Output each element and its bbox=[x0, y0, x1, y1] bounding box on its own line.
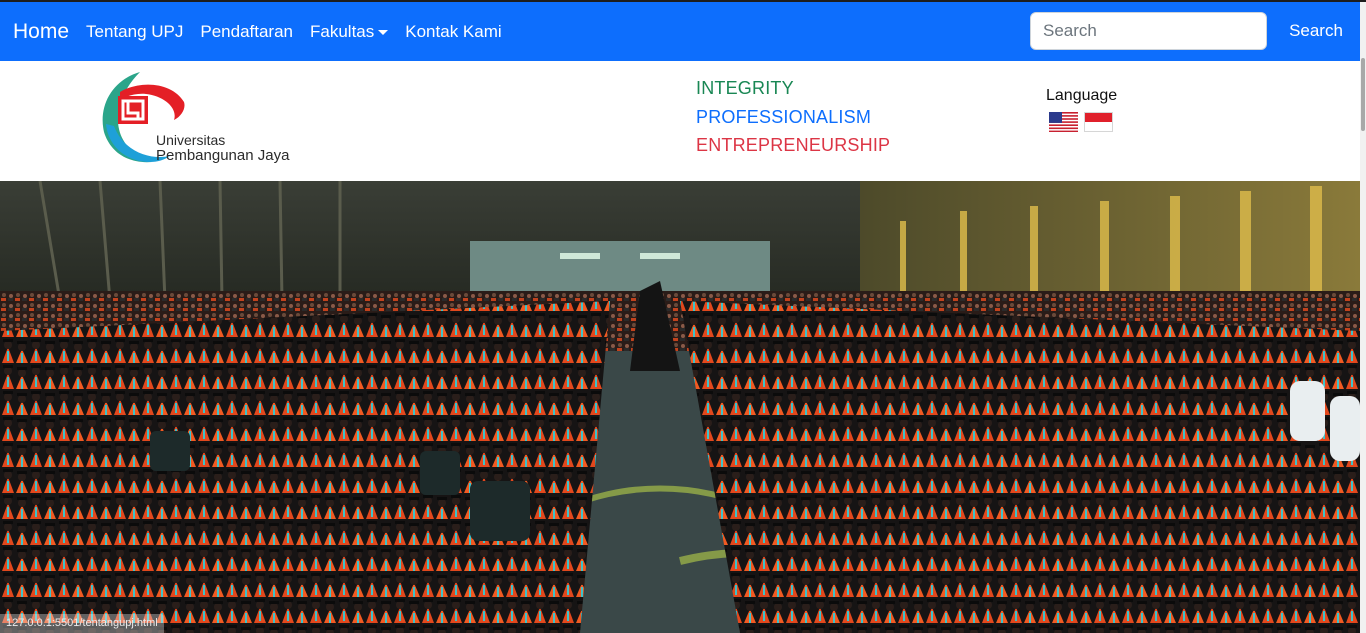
nav-kontak-kami[interactable]: Kontak Kami bbox=[405, 22, 501, 42]
logo-text-universitas: Universitas bbox=[156, 132, 226, 148]
nav-pendaftaran[interactable]: Pendaftaran bbox=[200, 22, 293, 42]
status-bar-url: 127.0.0.1:5501/tentangupj.html bbox=[0, 614, 164, 633]
search-button[interactable]: Search bbox=[1278, 12, 1354, 50]
indonesia-flag-icon[interactable] bbox=[1084, 112, 1113, 132]
nav-tentang-upj[interactable]: Tentang UPJ bbox=[86, 22, 183, 42]
value-entrepreneurship: ENTREPRENEURSHIP bbox=[696, 135, 891, 155]
logo-text-pembangunan-jaya: Pembangunan Jaya bbox=[156, 147, 290, 164]
nav-links: Tentang UPJ Pendaftaran Fakultas Kontak … bbox=[86, 22, 519, 42]
value-integrity: INTEGRITY bbox=[696, 78, 794, 98]
chevron-down-icon bbox=[378, 30, 389, 35]
value-professionalism: PROFESSIONALISM bbox=[696, 107, 872, 127]
nav-fakultas-label: Fakultas bbox=[310, 21, 375, 41]
nav-fakultas-dropdown[interactable]: Fakultas bbox=[310, 21, 389, 42]
language-label: Language bbox=[1046, 87, 1118, 104]
us-flag-icon[interactable] bbox=[1049, 112, 1078, 132]
scrollbar-thumb[interactable] bbox=[1361, 58, 1365, 131]
search-input[interactable] bbox=[1030, 12, 1267, 50]
graduation-ceremony-photo bbox=[0, 181, 1360, 633]
home-link[interactable]: Home bbox=[13, 20, 69, 44]
top-navbar: Home Tentang UPJ Pendaftaran Fakultas Ko… bbox=[0, 2, 1360, 61]
